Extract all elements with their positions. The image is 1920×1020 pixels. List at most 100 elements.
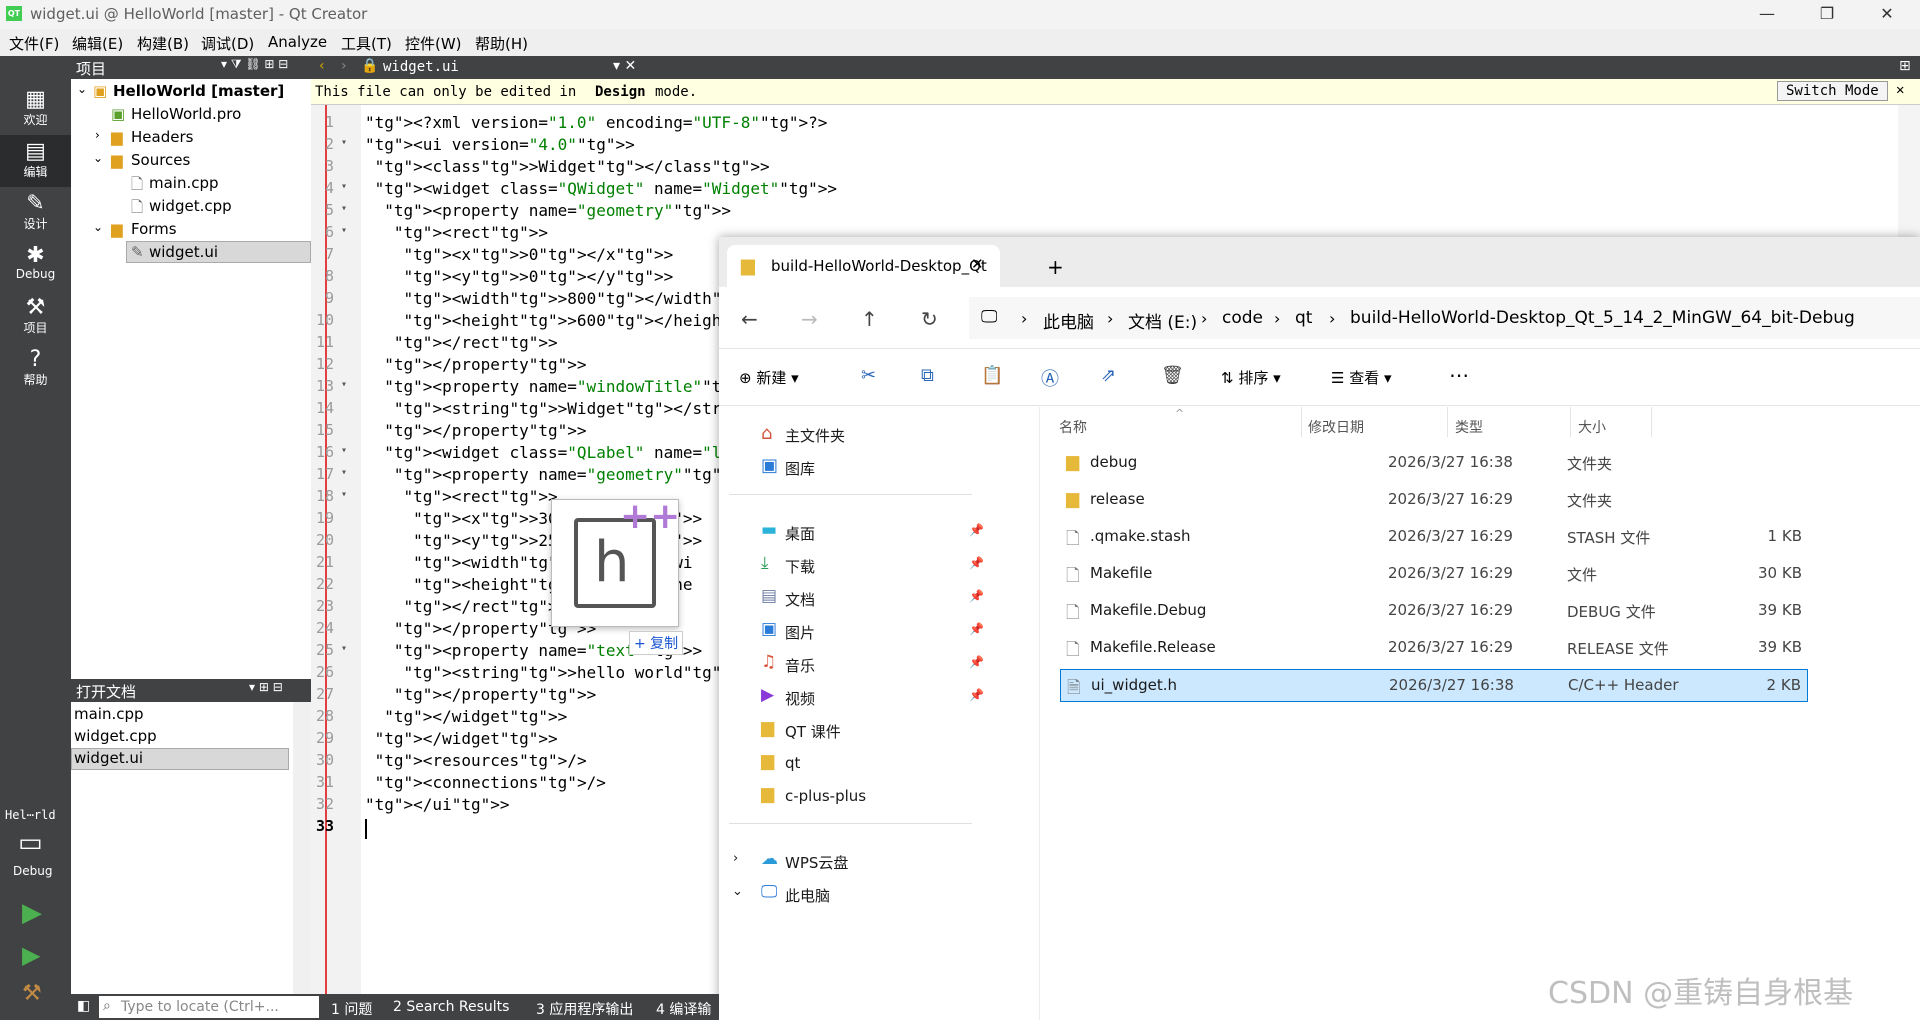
menu-help[interactable]: 帮助(H) [475,33,528,54]
nav-item-qt-courseware[interactable]: QT 课件 [785,721,841,742]
more-button[interactable]: ⋯ [1449,363,1469,387]
nav-item-videos[interactable]: 视频 [785,688,815,709]
nav-item-documents[interactable]: 文档 [785,589,815,610]
editor-tab[interactable]: widget.ui [383,59,459,75]
nav-item-home[interactable]: 主文件夹 [785,425,845,446]
close-button[interactable]: ✕ [1865,2,1909,26]
fold-marker-icon[interactable]: ▾ [341,137,347,148]
nav-item-music[interactable]: 音乐 [785,655,815,676]
open-doc-item[interactable]: main.cpp [74,705,144,723]
cut-icon[interactable]: ✂ [861,365,876,386]
mode-projects[interactable]: ⚒ 项目 [0,291,71,343]
tree-item-pro[interactable]: HelloWorld.pro [131,105,241,123]
pane-compile-output[interactable]: 4 编译输 [656,999,711,1019]
share-icon[interactable]: ⇗ [1101,365,1116,386]
tree-item-main-cpp[interactable]: main.cpp [149,174,219,192]
close-tab-icon[interactable]: ✕ [971,255,984,273]
column-type[interactable]: 类型 [1455,417,1483,437]
file-row[interactable]: 🗋 Makefile.Release 2026/3/27 16:29 RELEASE … [1060,632,1808,665]
tree-item-project[interactable]: HelloWorld [master] [113,82,284,100]
column-date[interactable]: 修改日期 [1308,417,1364,437]
mode-edit[interactable]: ▤ 编辑 [0,135,71,187]
rename-icon[interactable]: Ⓐ [1041,365,1059,391]
chevron-right-icon[interactable]: › [733,851,738,866]
new-button[interactable]: ⊕ 新建 ▾ [739,367,799,388]
menu-debug[interactable]: 调试(D) [201,33,254,54]
split-icon[interactable]: ▾ ⊞ ⊟ [249,680,283,694]
chevron-down-icon[interactable]: ⌄ [77,82,87,96]
switch-mode-button[interactable]: Switch Mode [1777,81,1888,101]
fold-marker-icon[interactable]: ▾ [341,445,347,456]
tree-item-sources[interactable]: Sources [131,151,190,169]
file-row[interactable]: 🗋 Makefile.Debug 2026/3/27 16:29 DEBUG 文件 39… [1060,595,1808,628]
menu-file[interactable]: 文件(F) [9,33,59,54]
monitor-icon[interactable]: ▭ [18,828,43,858]
chevron-down-icon[interactable]: ⌄ [93,151,103,165]
column-size[interactable]: 大小 [1578,417,1606,437]
restore-button[interactable]: ❐ [1805,2,1849,26]
menu-analyze[interactable]: Analyze [268,33,327,51]
menu-tools[interactable]: 工具(T) [341,33,392,54]
menu-edit[interactable]: 编辑(E) [72,33,123,54]
split-editor-icon[interactable]: ⊞ [1899,58,1911,74]
fold-marker-icon[interactable]: ▾ [341,203,347,214]
breadcrumb-item[interactable]: build-HelloWorld-Desktop_Qt_5_14_2_MinGW… [1350,308,1855,328]
mode-welcome[interactable]: ▦ 欢迎 [0,83,71,135]
open-doc-item[interactable]: widget.ui [74,749,143,767]
toggle-sidebar-icon[interactable]: ◧ [77,998,90,1014]
tree-item-widget-cpp[interactable]: widget.cpp [149,197,232,215]
back-icon[interactable]: ← [741,307,758,331]
paste-icon[interactable]: 📋 [981,365,1003,386]
tree-item-forms[interactable]: Forms [131,220,177,238]
mode-help[interactable]: ? 帮助 [0,343,71,395]
fold-marker-icon[interactable]: ▾ [341,181,347,192]
fold-marker-icon[interactable]: ▾ [341,379,347,390]
locator-input[interactable]: ⌕ Type to locate (Ctrl+... [99,996,319,1018]
fold-marker-icon[interactable]: ▾ [341,467,347,478]
close-tab-icon[interactable]: ▾ ✕ [613,58,636,74]
breadcrumb-item[interactable]: 此电脑 [1043,308,1094,333]
forward-icon[interactable]: › [341,58,347,74]
menu-build[interactable]: 构建(B) [137,33,189,54]
address-bar[interactable]: 🖵 › 此电脑 › 文档 (E:) › code › qt › build-He… [969,297,1920,339]
breadcrumb-item[interactable]: 文档 (E:) [1128,308,1197,333]
forward-icon[interactable]: → [801,307,818,331]
run-icon[interactable]: ▶ [22,898,42,928]
fold-marker-icon[interactable]: ▾ [341,225,347,236]
pane-issues[interactable]: 1 问题 [331,999,372,1019]
pane-app-output[interactable]: 3 应用程序输出 [536,999,633,1019]
nav-item-pictures[interactable]: 图片 [785,622,815,643]
menu-controls[interactable]: 控件(W) [405,33,462,54]
tree-item-headers[interactable]: Headers [131,128,193,146]
nav-item-gallery[interactable]: 图库 [785,458,815,479]
new-tab-icon[interactable]: + [1047,255,1064,279]
nav-item-downloads[interactable]: 下载 [785,556,815,577]
breadcrumb-item[interactable]: code [1222,308,1263,328]
scrollbar[interactable] [293,702,311,994]
file-row[interactable]: 🗋 .qmake.stash 2026/3/27 16:29 STASH 文件 1 KB [1060,521,1808,554]
minimize-button[interactable]: — [1745,2,1789,26]
breadcrumb-item[interactable]: qt [1295,308,1312,328]
nav-item-wps-cloud[interactable]: WPS云盘 [785,852,848,873]
mode-design[interactable]: ✎ 设计 [0,187,71,239]
nav-item-qt[interactable]: qt [785,754,800,772]
pane-splitter[interactable] [1039,407,1040,1020]
file-row[interactable]: ▆ debug 2026/3/27 16:38 文件夹 [1060,447,1808,480]
mode-debug[interactable]: ✱ Debug [0,239,71,291]
nav-item-this-pc[interactable]: 此电脑 [785,885,830,906]
up-icon[interactable]: ↑ [861,307,878,331]
nav-item-c-plus-plus[interactable]: c-plus-plus [785,787,866,805]
nav-item-desktop[interactable]: 桌面 [785,523,815,544]
file-row[interactable]: 🗎 ui_widget.h 2026/3/27 16:38 C/C++ Header 2… [1060,669,1808,702]
chevron-down-icon[interactable]: ⌄ [93,220,103,234]
column-name[interactable]: 名称 [1059,417,1087,437]
build-hammer-icon[interactable]: ⚒ [22,981,42,1006]
copy-icon[interactable]: ⧉ [921,365,934,386]
file-row[interactable]: ▆ release 2026/3/27 16:29 文件夹 [1060,484,1808,517]
file-row[interactable]: 🗋 Makefile 2026/3/27 16:29 文件 30 KB [1060,558,1808,591]
close-notice-icon[interactable]: ✕ [1896,82,1904,98]
fold-marker-icon[interactable]: ▾ [341,643,347,654]
view-button[interactable]: ☰ 查看 ▾ [1331,367,1392,388]
delete-icon[interactable]: 🗑 [1161,365,1184,386]
open-doc-item[interactable]: widget.cpp [74,727,157,745]
